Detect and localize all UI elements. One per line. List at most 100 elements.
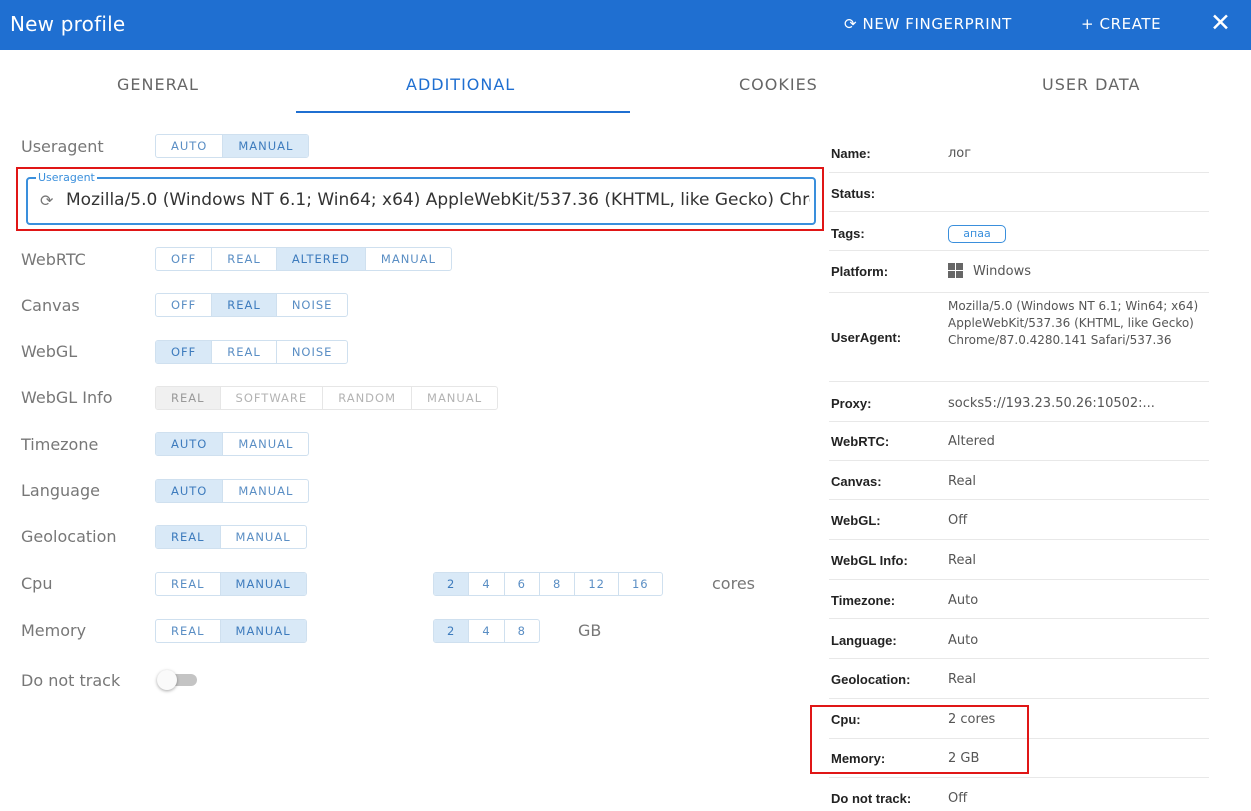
canvas-label: Canvas <box>21 296 80 315</box>
webrtc-mode-toggle: OFF REAL ALTERED MANUAL <box>155 247 452 271</box>
canvas-mode-toggle: OFF REAL NOISE <box>155 293 349 317</box>
canvas-real-option[interactable]: REAL <box>212 294 277 316</box>
summary-divider <box>829 460 1209 461</box>
timezone-manual-option[interactable]: MANUAL <box>223 433 308 455</box>
summary-value-do-not-track: Off <box>948 791 968 806</box>
memory-size-selector: 2 4 8 <box>433 619 540 643</box>
summary-value-cpu: 2 cores <box>948 712 996 727</box>
regenerate-useragent-icon[interactable]: ⟳ <box>40 191 53 210</box>
summary-key-webgl: WebGL: <box>831 513 881 528</box>
summary-key-language: Language: <box>831 633 897 648</box>
cpu-cores-option[interactable]: 4 <box>469 573 505 595</box>
memory-size-option[interactable]: 4 <box>469 620 505 642</box>
summary-key-timezone: Timezone: <box>831 593 896 608</box>
tab-additional[interactable]: ADDITIONAL <box>406 75 515 94</box>
summary-key-do-not-track: Do not track: <box>831 791 912 806</box>
summary-divider <box>829 579 1209 580</box>
useragent-mode-toggle: AUTO MANUAL <box>155 134 310 158</box>
canvas-noise-option[interactable]: NOISE <box>277 294 348 316</box>
webgl-mode-toggle: OFF REAL NOISE <box>155 340 349 364</box>
webgl-info-software-option: SOFTWARE <box>221 387 324 409</box>
summary-divider <box>829 618 1209 619</box>
summary-divider <box>829 738 1209 739</box>
summary-divider <box>829 211 1209 212</box>
webrtc-real-option[interactable]: REAL <box>212 248 277 270</box>
webgl-off-option[interactable]: OFF <box>156 341 213 363</box>
useragent-auto-option[interactable]: AUTO <box>156 135 224 157</box>
cpu-real-option[interactable]: REAL <box>156 573 221 595</box>
memory-manual-option[interactable]: MANUAL <box>220 620 306 642</box>
language-manual-option[interactable]: MANUAL <box>223 480 308 502</box>
summary-key-tags: Tags: <box>831 226 865 241</box>
do-not-track-switch[interactable] <box>157 670 198 690</box>
geolocation-manual-option[interactable]: MANUAL <box>221 526 306 548</box>
summary-value-platform: Windows <box>973 264 1032 279</box>
new-fingerprint-label: NEW FINGERPRINT <box>862 15 1012 33</box>
tab-general[interactable]: GENERAL <box>117 75 199 94</box>
windows-icon <box>948 263 964 279</box>
summary-value-canvas: Real <box>948 474 977 489</box>
summary-value-useragent: Mozilla/5.0 (Windows NT 6.1; Win64; x64)… <box>948 299 1199 347</box>
summary-value-language: Auto <box>948 633 979 648</box>
summary-value-webgl: Off <box>948 513 968 528</box>
memory-size-option[interactable]: 2 <box>434 620 470 642</box>
geolocation-label: Geolocation <box>21 527 117 546</box>
webgl-noise-option[interactable]: NOISE <box>277 341 348 363</box>
cpu-mode-toggle: REAL MANUAL <box>155 572 307 596</box>
cpu-label: Cpu <box>21 574 53 593</box>
cpu-cores-selector: 2 4 6 8 12 16 <box>433 572 663 596</box>
summary-divider <box>829 421 1209 422</box>
geolocation-mode-toggle: REAL MANUAL <box>155 525 307 549</box>
webgl-info-random-option: RANDOM <box>323 387 413 409</box>
tab-cookies[interactable]: COOKIES <box>739 75 818 94</box>
summary-key-geolocation: Geolocation: <box>831 672 911 687</box>
summary-divider <box>829 172 1209 173</box>
memory-real-option[interactable]: REAL <box>156 620 221 642</box>
canvas-off-option[interactable]: OFF <box>156 294 213 316</box>
summary-key-webgl-info: WebGL Info: <box>831 553 908 568</box>
dialog-title: New profile <box>10 12 126 36</box>
cpu-cores-option[interactable]: 12 <box>575 573 619 595</box>
summary-value-webgl-info: Real <box>948 553 977 568</box>
cpu-cores-option[interactable]: 6 <box>505 573 540 595</box>
create-button[interactable]: + CREATE <box>1081 15 1161 33</box>
summary-value-memory: 2 GB <box>948 751 980 766</box>
cpu-cores-option[interactable]: 8 <box>540 573 576 595</box>
webrtc-manual-option[interactable]: MANUAL <box>366 248 451 270</box>
summary-divider <box>829 381 1209 382</box>
close-icon[interactable]: ✕ <box>1210 9 1231 37</box>
summary-key-useragent: UserAgent: <box>831 330 902 345</box>
webrtc-off-option[interactable]: OFF <box>156 248 213 270</box>
useragent-field-label: Useragent <box>36 171 97 184</box>
webgl-info-manual-option: MANUAL <box>427 391 483 405</box>
new-fingerprint-button[interactable]: ⟳ NEW FINGERPRINT <box>844 15 1012 33</box>
memory-label: Memory <box>21 621 87 640</box>
cpu-cores-option[interactable]: 2 <box>434 573 470 595</box>
language-auto-option[interactable]: AUTO <box>156 480 224 502</box>
cpu-manual-option[interactable]: MANUAL <box>220 573 306 595</box>
webrtc-label: WebRTC <box>21 250 86 269</box>
summary-key-cpu: Cpu: <box>831 712 861 727</box>
summary-key-canvas: Canvas: <box>831 474 882 489</box>
webgl-real-option[interactable]: REAL <box>212 341 277 363</box>
tab-user-data[interactable]: USER DATA <box>1042 75 1140 94</box>
webgl-label: WebGL <box>21 342 78 361</box>
plus-icon: + <box>1081 15 1095 33</box>
tag-chip: апаа <box>948 225 1006 243</box>
webrtc-altered-option[interactable]: ALTERED <box>276 248 366 270</box>
useragent-manual-option[interactable]: MANUAL <box>223 135 309 157</box>
summary-key-name: Name: <box>831 146 871 161</box>
create-label: CREATE <box>1099 15 1162 33</box>
refresh-icon: ⟳ <box>844 15 858 33</box>
summary-divider <box>829 250 1209 251</box>
cpu-cores-option[interactable]: 16 <box>619 573 662 595</box>
geolocation-real-option[interactable]: REAL <box>156 526 221 548</box>
useragent-value[interactable]: Mozilla/5.0 (Windows NT 6.1; Win64; x64)… <box>66 190 810 210</box>
summary-key-proxy: Proxy: <box>831 396 872 411</box>
timezone-auto-option[interactable]: AUTO <box>156 433 224 455</box>
active-tab-indicator <box>296 111 630 113</box>
memory-size-option[interactable]: 8 <box>505 620 539 642</box>
switch-knob <box>157 670 177 690</box>
top-bar: New profile ⟳ NEW FINGERPRINT + CREATE ✕ <box>0 0 1251 50</box>
summary-value-webrtc: Altered <box>948 434 995 449</box>
